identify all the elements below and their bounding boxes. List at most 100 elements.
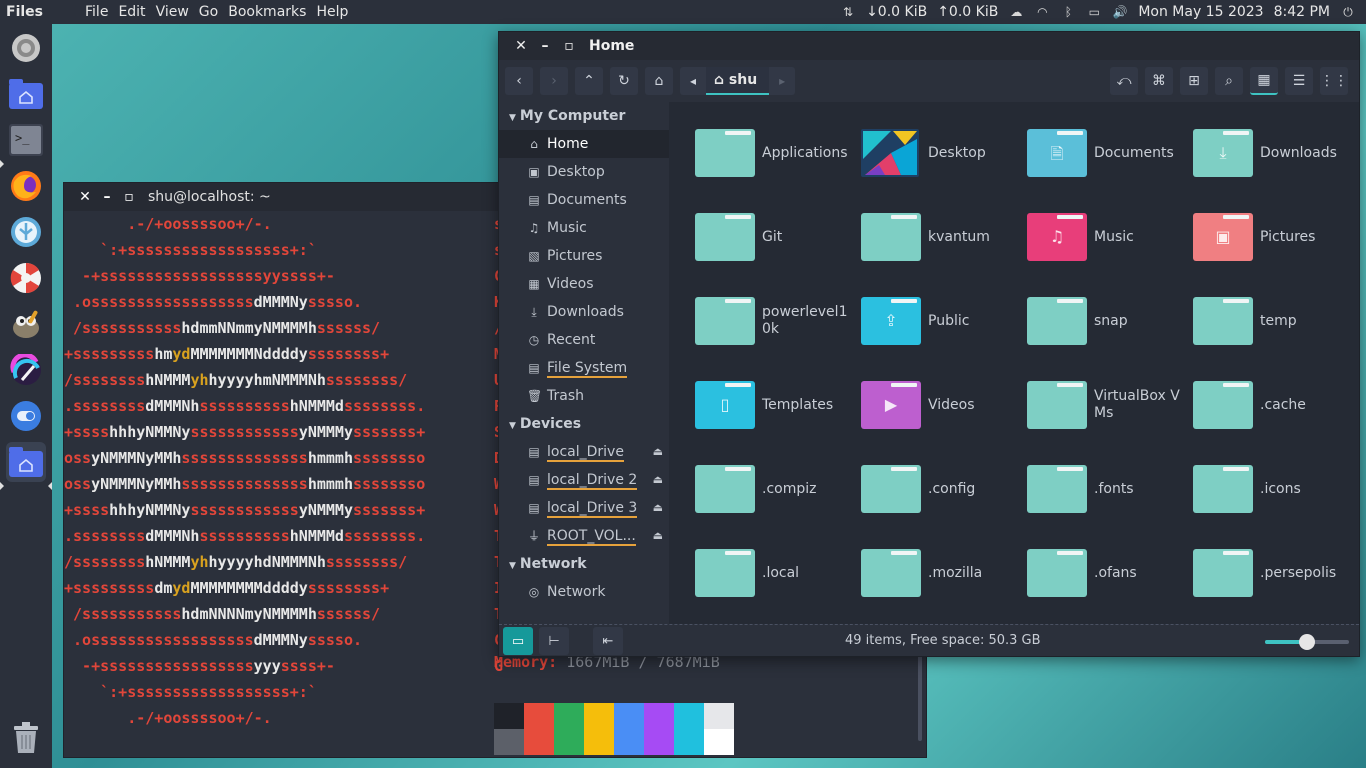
menu-view[interactable]: View xyxy=(156,4,197,20)
toggle-location-button[interactable]: ⤺ xyxy=(1110,67,1138,95)
forward-button[interactable]: › xyxy=(540,67,568,95)
network-transfer-icon[interactable]: ⇅ xyxy=(840,5,856,19)
menu-bookmarks[interactable]: Bookmarks xyxy=(228,4,314,20)
dock-app-icon[interactable] xyxy=(6,258,46,298)
back-button[interactable]: ‹ xyxy=(505,67,533,95)
dock-krita-icon[interactable] xyxy=(6,350,46,390)
sidebar-item[interactable]: ▤ local_Drive 3 ⏏ xyxy=(499,494,669,522)
dock-system-settings-icon[interactable] xyxy=(6,28,46,68)
sidebar-section-header[interactable]: ▼ My Computer xyxy=(499,102,669,130)
power-icon[interactable]: ⏻ xyxy=(1340,5,1356,19)
fm-titlebar[interactable]: ✕ – ▫ Home xyxy=(499,32,1359,60)
list-view-button[interactable]: ☰ xyxy=(1285,67,1313,95)
compact-view-button[interactable]: ⋮⋮ xyxy=(1320,67,1348,95)
menu-go[interactable]: Go xyxy=(199,4,226,20)
sidebar-section-header[interactable]: ▼ Network xyxy=(499,550,669,578)
folder-item[interactable]: 🗎 Documents xyxy=(1027,119,1187,179)
wifi-icon[interactable]: ◠ xyxy=(1034,5,1050,19)
eject-icon[interactable]: ⏏ xyxy=(653,494,663,522)
folder-item[interactable]: Desktop xyxy=(861,119,1021,179)
folder-item[interactable]: .persepolis xyxy=(1193,539,1353,599)
folder-item[interactable]: ♫ Music xyxy=(1027,203,1187,263)
up-button[interactable]: ⌃ xyxy=(575,67,603,95)
close-icon[interactable]: ✕ xyxy=(509,38,533,54)
sidebar-item[interactable]: 🗑 Trash xyxy=(499,382,669,410)
sidebar-item[interactable]: ⌂ Home xyxy=(499,130,669,158)
sidebar-item[interactable]: ◷ Recent xyxy=(499,326,669,354)
breadcrumb-item[interactable]: ⌂ shu xyxy=(706,67,770,95)
cloud-icon[interactable]: ☁ xyxy=(1008,5,1024,19)
dock-files-icon[interactable] xyxy=(6,442,46,482)
folder-item[interactable]: kvantum xyxy=(861,203,1021,263)
folder-item[interactable]: .compiz xyxy=(695,455,855,515)
folder-item[interactable]: ▣ Pictures xyxy=(1193,203,1353,263)
dock-toggle-icon[interactable] xyxy=(6,396,46,436)
hide-sidebar-button[interactable]: ⇤ xyxy=(593,627,623,655)
folder-item[interactable]: powerlevel10k xyxy=(695,287,855,347)
date-label[interactable]: Mon May 15 2023 xyxy=(1138,4,1263,20)
folder-item[interactable]: .fonts xyxy=(1027,455,1187,515)
app-name[interactable]: Files xyxy=(0,4,85,20)
folder-item[interactable]: temp xyxy=(1193,287,1353,347)
close-icon[interactable]: ✕ xyxy=(74,189,96,205)
sidebar-item[interactable]: ▤ local_Drive 2 ⏏ xyxy=(499,466,669,494)
folder-item[interactable]: .local xyxy=(695,539,855,599)
new-folder-button[interactable]: ⊞ xyxy=(1180,67,1208,95)
time-label[interactable]: 8:42 PM xyxy=(1274,4,1330,20)
folder-item[interactable]: .config xyxy=(861,455,1021,515)
folder-item[interactable]: ⇪ Public xyxy=(861,287,1021,347)
bluetooth-icon[interactable]: ᛒ xyxy=(1060,5,1076,19)
folder-item[interactable]: .cache xyxy=(1193,371,1353,431)
sidebar-item[interactable]: ▦ Videos xyxy=(499,270,669,298)
home-button[interactable]: ⌂ xyxy=(645,67,673,95)
minimize-icon[interactable]: – xyxy=(533,38,557,54)
dock-gimp-icon[interactable] xyxy=(6,304,46,344)
folder-item[interactable]: ▯ Templates xyxy=(695,371,855,431)
eject-icon[interactable]: ⏏ xyxy=(653,466,663,494)
sidebar-item[interactable]: ▤ Documents xyxy=(499,186,669,214)
folder-item[interactable]: ▶ Videos xyxy=(861,371,1021,431)
battery-icon[interactable]: ▭ xyxy=(1086,5,1102,19)
reload-button[interactable]: ↻ xyxy=(610,67,638,95)
breadcrumb-right-icon[interactable]: ▸ xyxy=(769,74,795,88)
breadcrumb-left-icon[interactable]: ◂ xyxy=(680,74,706,88)
volume-icon[interactable]: 🔊 xyxy=(1112,5,1128,19)
folder-item[interactable]: ⤓ Downloads xyxy=(1193,119,1353,179)
sidebar-item[interactable]: ▤ local_Drive ⏏ xyxy=(499,438,669,466)
dock-home-folder-icon[interactable] xyxy=(6,74,46,114)
folder-item[interactable]: VirtualBox VMs xyxy=(1027,371,1187,431)
sidebar-item[interactable]: ▣ Desktop xyxy=(499,158,669,186)
sidebar-item[interactable]: ⤓ Downloads xyxy=(499,298,669,326)
zoom-slider-knob[interactable] xyxy=(1299,634,1315,650)
folder-item[interactable]: snap xyxy=(1027,287,1187,347)
sidebar-item[interactable]: ▧ Pictures xyxy=(499,242,669,270)
search-button[interactable]: ⌕ xyxy=(1215,67,1243,95)
zoom-slider[interactable] xyxy=(1265,634,1349,650)
icon-view-button[interactable]: ▦ xyxy=(1250,67,1278,95)
places-button[interactable]: ▭ xyxy=(503,627,533,655)
dock-trash-icon[interactable] xyxy=(6,718,46,758)
menu-edit[interactable]: Edit xyxy=(118,4,153,20)
sidebar-item[interactable]: ⏚ ROOT_VOL... ⏏ xyxy=(499,522,669,550)
sidebar-section-header[interactable]: ▼ Devices xyxy=(499,410,669,438)
dock-terminal-icon[interactable]: >_ xyxy=(6,120,46,160)
maximize-icon[interactable]: ▫ xyxy=(118,189,140,205)
folder-item[interactable]: .mozilla xyxy=(861,539,1021,599)
dock-firefox-icon[interactable] xyxy=(6,166,46,206)
menu-file[interactable]: File xyxy=(85,4,116,20)
folder-item[interactable]: Git xyxy=(695,203,855,263)
eject-icon[interactable]: ⏏ xyxy=(653,522,663,550)
minimize-icon[interactable]: – xyxy=(96,189,118,205)
maximize-icon[interactable]: ▫ xyxy=(557,38,581,54)
dock-app-icon[interactable] xyxy=(6,212,46,252)
sidebar-item[interactable]: ♫ Music xyxy=(499,214,669,242)
sidebar-item[interactable]: ◎ Network xyxy=(499,578,669,606)
folder-item[interactable]: Applications xyxy=(695,119,855,179)
menu-help[interactable]: Help xyxy=(316,4,356,20)
tree-button[interactable]: ⊢ xyxy=(539,627,569,655)
sidebar-item[interactable]: ▤ File System xyxy=(499,354,669,382)
terminal-scrollbar[interactable] xyxy=(918,651,922,741)
eject-icon[interactable]: ⏏ xyxy=(653,438,663,466)
folder-item[interactable]: .icons xyxy=(1193,455,1353,515)
open-terminal-button[interactable]: ⌘ xyxy=(1145,67,1173,95)
